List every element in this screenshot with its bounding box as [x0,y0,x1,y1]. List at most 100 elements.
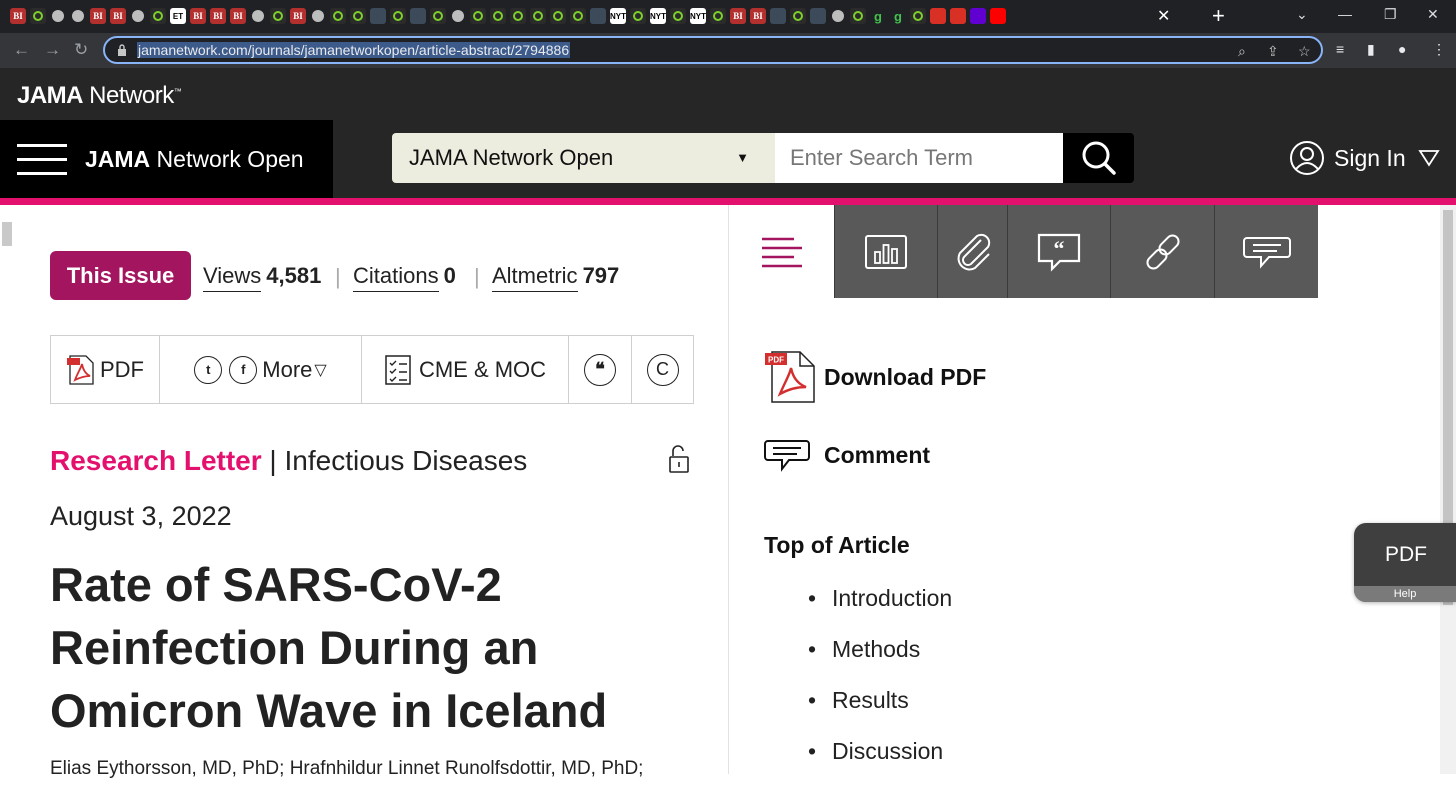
play-icon[interactable] [30,8,46,24]
bi-icon[interactable]: BI [730,8,746,24]
nyt-icon[interactable]: NYT [650,8,666,24]
jama-network-logo[interactable]: JAMA Network™ [17,82,182,110]
tab-comments[interactable] [1214,205,1318,298]
doc-icon[interactable] [810,8,826,24]
play-icon[interactable] [390,8,406,24]
globe-icon[interactable] [50,8,66,24]
search-input[interactable] [775,133,1063,183]
reload-icon[interactable]: ↻ [74,40,88,60]
play-icon[interactable] [670,8,686,24]
toc-heading[interactable]: Top of Article [764,532,910,559]
toc-item-introduction[interactable]: Introduction [808,585,952,636]
play-icon[interactable] [710,8,726,24]
play-icon[interactable] [570,8,586,24]
globe-icon[interactable] [130,8,146,24]
share-icon[interactable]: ⇪ [1267,43,1279,60]
tab-supplemental[interactable] [937,205,1007,298]
search-scope-select[interactable]: JAMA Network Open ▼ [392,133,775,183]
this-issue-button[interactable]: This Issue [50,251,191,300]
address-bar[interactable]: jamanetwork.com/journals/jamanetworkopen… [103,36,1323,64]
play-icon[interactable] [270,8,286,24]
bi-icon[interactable]: BI [210,8,226,24]
citations-metric[interactable]: Citations 0 [353,263,456,292]
chrome-menu-icon[interactable]: ⋮ [1432,41,1446,58]
permissions-button[interactable]: C [632,336,693,403]
cme-moc-button[interactable]: CME & MOC [362,336,569,403]
lock-icon[interactable] [117,44,127,56]
play-icon[interactable] [550,8,566,24]
views-metric[interactable]: Views 4,581 [203,263,321,292]
zoom-icon[interactable]: ⌕ [1238,43,1246,60]
play-icon[interactable] [490,8,506,24]
tab-favicons[interactable]: BI BI BI ET BI BI BI BI NYT NYT NYT BI BI g g [10,8,1006,24]
g-icon[interactable]: g [870,8,886,24]
share-more-button[interactable]: t f More ▽ [160,336,362,403]
tab-cite[interactable]: “ [1007,205,1110,298]
comment-link[interactable]: Comment [764,437,930,473]
journal-title[interactable]: JAMA Network Open [85,146,304,173]
sign-in-button[interactable]: Sign In [1289,140,1440,176]
hamburger-menu-icon[interactable] [17,144,67,176]
play-icon[interactable] [790,8,806,24]
bi-icon[interactable]: BI [110,8,126,24]
bi-icon[interactable]: BI [230,8,246,24]
close-tab-icon[interactable]: ✕ [1157,6,1170,26]
toc-item-results[interactable]: Results [808,687,952,738]
url-text[interactable]: jamanetwork.com/journals/jamanetworkopen… [137,42,571,58]
bi-icon[interactable]: BI [90,8,106,24]
et-icon[interactable]: ET [170,8,186,24]
tab-figures[interactable] [834,205,937,298]
reading-list-icon[interactable]: ≡ [1336,41,1344,57]
play-icon[interactable] [630,8,646,24]
download-pdf-link[interactable]: PDF Download PDF [764,350,986,404]
globe-icon[interactable] [250,8,266,24]
play-icon[interactable] [430,8,446,24]
new-tab-icon[interactable]: + [1212,3,1225,29]
left-scrollbar-thumb[interactable] [2,222,12,246]
help-button[interactable]: Help [1354,586,1456,602]
play-icon[interactable] [510,8,526,24]
bookmark-star-icon[interactable]: ☆ [1298,43,1311,60]
article-type-link[interactable]: Research Letter [50,445,262,476]
twitter-icon[interactable]: t [194,355,223,384]
yahoo-icon[interactable] [970,8,986,24]
tab-outline[interactable] [729,205,834,298]
play-icon[interactable] [910,8,926,24]
doc-icon[interactable] [370,8,386,24]
back-arrow-icon[interactable]: ← [13,40,30,60]
check-icon[interactable] [530,8,546,24]
pdf-help-widget[interactable]: PDF Help [1354,523,1456,602]
youtube-icon[interactable] [990,8,1006,24]
nyt-icon[interactable]: NYT [690,8,706,24]
window-close-icon[interactable]: ✕ [1427,6,1439,23]
globe-icon[interactable] [450,8,466,24]
search-button[interactable] [1063,133,1134,183]
bi-icon[interactable]: BI [290,8,306,24]
profile-icon[interactable]: ● [1398,41,1406,57]
tab-related[interactable] [1110,205,1214,298]
altmetric-metric[interactable]: Altmetric 797 [492,263,619,292]
article-category-link[interactable]: Infectious Diseases [285,445,528,476]
nyt-icon[interactable]: NYT [610,8,626,24]
bi-icon[interactable]: BI [190,8,206,24]
forward-arrow-icon[interactable]: → [44,40,61,60]
red-icon[interactable] [930,8,946,24]
toc-item-methods[interactable]: Methods [808,636,952,687]
maximize-icon[interactable]: ❐ [1384,6,1397,23]
pdf-button[interactable]: PDF [51,336,160,403]
g-icon[interactable]: g [890,8,906,24]
side-panel-icon[interactable]: ▮ [1367,41,1375,58]
doc-icon[interactable] [410,8,426,24]
bookmark-icon[interactable] [950,8,966,24]
doc-icon[interactable] [770,8,786,24]
play-icon[interactable] [150,8,166,24]
globe-icon[interactable] [830,8,846,24]
minimize-icon[interactable]: — [1338,6,1352,22]
author-list[interactable]: Elias Eythorsson, MD, PhD; Hrafnhildur L… [50,758,643,780]
toc-item-discussion[interactable]: Discussion [808,738,952,789]
play-icon[interactable] [330,8,346,24]
globe-icon[interactable] [310,8,326,24]
play-icon[interactable] [850,8,866,24]
tab-search-icon[interactable]: ⌄ [1296,6,1308,23]
play-icon[interactable] [470,8,486,24]
